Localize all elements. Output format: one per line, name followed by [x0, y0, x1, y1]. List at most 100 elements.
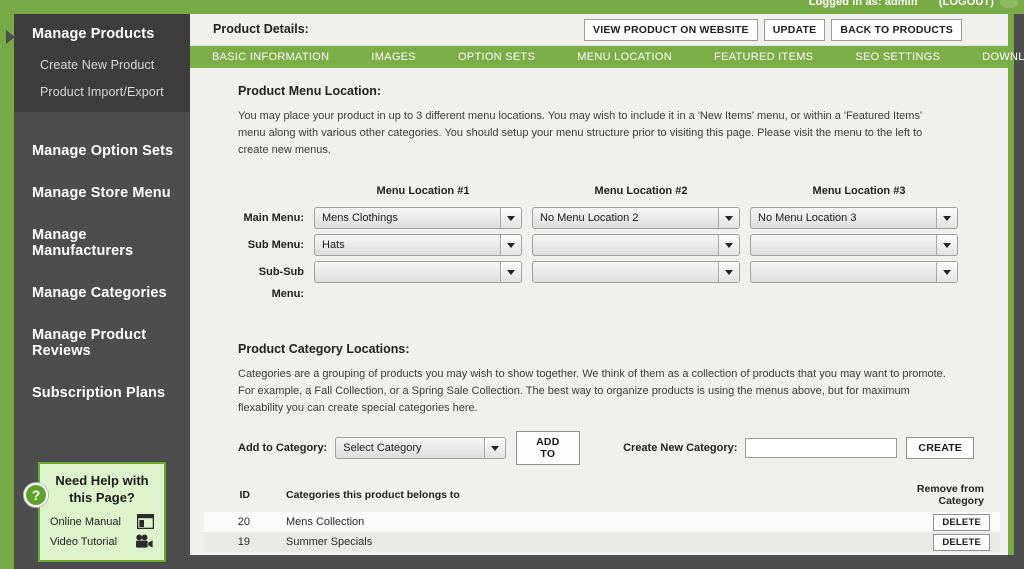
add-to-category-label: Add to Category: — [238, 442, 327, 454]
menu-location-description: You may place your product in up to 3 di… — [238, 108, 950, 159]
sidebar-item-manage-option-sets[interactable]: Manage Option Sets — [14, 130, 190, 172]
sidebar-item-manage-product-reviews[interactable]: Manage Product Reviews — [14, 314, 190, 372]
add-to-category-value: Select Category — [336, 442, 421, 454]
back-to-products-button[interactable]: BACK TO PRODUCTS — [831, 19, 962, 41]
sub-menu-location-2-select[interactable] — [532, 234, 740, 256]
chevron-down-icon[interactable] — [936, 262, 957, 282]
tab-basic-information[interactable]: BASIC INFORMATION — [212, 51, 329, 63]
active-section-marker-icon — [6, 30, 15, 44]
sub-sub-menu-location-1-select[interactable] — [314, 261, 522, 283]
sub-menu-location-3-select[interactable] — [750, 234, 958, 256]
chevron-down-icon[interactable] — [936, 235, 957, 255]
category-section: Product Category Locations: Categories a… — [238, 342, 974, 552]
row-id: 19 — [212, 536, 250, 548]
categories-table: ID Categories this product belongs to Re… — [204, 483, 1000, 552]
logout-link[interactable]: (LOGOUT) — [939, 0, 994, 8]
sub-sub-menu-location-2-select[interactable] — [532, 261, 740, 283]
main-panel: Product Details: VIEW PRODUCT ON WEBSITE… — [190, 14, 1014, 555]
content-area: Product Menu Location: You may place you… — [190, 68, 1008, 552]
tab-menu-location[interactable]: MENU LOCATION — [577, 51, 672, 63]
sub-sub-menu-location-3-select[interactable] — [750, 261, 958, 283]
tab-seo-settings[interactable]: SEO SETTINGS — [855, 51, 940, 63]
page-header: Product Details: VIEW PRODUCT ON WEBSITE… — [190, 14, 1008, 46]
chevron-down-icon[interactable] — [718, 235, 739, 255]
manual-icon — [137, 514, 154, 529]
tab-bar: BASIC INFORMATION IMAGES OPTION SETS MEN… — [190, 46, 1008, 68]
tab-featured-items[interactable]: FEATURED ITEMS — [714, 51, 813, 63]
chevron-down-icon[interactable] — [500, 235, 521, 255]
top-bar: Logged in as: admin (LOGOUT) — [0, 0, 1024, 14]
add-to-category-select[interactable]: Select Category — [335, 437, 505, 459]
help-title-line1: Need Help with — [40, 472, 164, 489]
menu-location-1-header: Menu Location #1 — [314, 185, 532, 207]
sub-menu-label: Sub Menu: — [238, 234, 314, 261]
category-section-description: Categories are a grouping of products yo… — [238, 366, 950, 417]
logged-in-text: Logged in as: admin — [809, 0, 918, 8]
video-camera-icon — [135, 534, 154, 549]
categories-table-header: ID Categories this product belongs to Re… — [204, 483, 1000, 512]
sidebar-green-rail — [0, 14, 14, 569]
avatar[interactable] — [1000, 0, 1018, 8]
main-menu-location-2-select[interactable]: No Menu Location 2 — [532, 207, 740, 229]
menu-location-grid: Menu Location #1 Menu Location #2 Menu L… — [238, 185, 974, 310]
chevron-down-icon[interactable] — [718, 262, 739, 282]
menu-location-2-header: Menu Location #2 — [532, 185, 750, 207]
table-row: 19 Summer Specials DELETE — [204, 532, 1000, 552]
category-section-title: Product Category Locations: — [238, 342, 974, 356]
sidebar-item-manage-manufacturers[interactable]: Manage Manufacturers — [14, 214, 190, 272]
menu-location-title: Product Menu Location: — [238, 84, 974, 98]
help-title-line2: this Page? — [40, 489, 164, 506]
view-product-on-website-button[interactable]: VIEW PRODUCT ON WEBSITE — [584, 19, 758, 41]
row-name: Summer Specials — [250, 536, 874, 548]
chevron-down-icon[interactable] — [936, 208, 957, 228]
sidebar-item-manage-store-menu[interactable]: Manage Store Menu — [14, 172, 190, 214]
table-row: 20 Mens Collection DELETE — [204, 512, 1000, 532]
admin-page: Logged in as: admin (LOGOUT) Manage Prod… — [0, 0, 1024, 569]
chevron-down-icon[interactable] — [484, 438, 505, 458]
tab-option-sets[interactable]: OPTION SETS — [458, 51, 535, 63]
help-links: Online Manual Video Tutorial — [40, 514, 164, 549]
help-link-video-tutorial[interactable]: Video Tutorial — [50, 534, 154, 549]
sidebar-item-subscription-plans[interactable]: Subscription Plans — [14, 372, 190, 414]
sidebar-item-create-new-product[interactable]: Create New Product — [14, 52, 190, 79]
sidebar-item-manage-products[interactable]: Manage Products — [14, 14, 190, 52]
delete-button[interactable]: DELETE — [933, 514, 990, 531]
sidebar-nav-list: Manage Option Sets Manage Store Menu Man… — [14, 130, 190, 414]
main-menu-label: Main Menu: — [238, 207, 314, 234]
header-buttons: VIEW PRODUCT ON WEBSITE UPDATE BACK TO P… — [584, 19, 962, 41]
sidebar-item-product-import-export[interactable]: Product Import/Export — [14, 79, 190, 106]
sub-sub-menu-label: Sub-Sub Menu: — [238, 261, 314, 310]
column-header-remove: Remove from Category — [874, 483, 992, 507]
menu-location-3-header: Menu Location #3 — [750, 185, 968, 207]
main-menu-location-3-select[interactable]: No Menu Location 3 — [750, 207, 958, 229]
create-new-category-input[interactable] — [745, 438, 897, 458]
help-question-icon[interactable]: ? — [24, 483, 48, 507]
help-link-video-tutorial-label: Video Tutorial — [50, 536, 117, 548]
sidebar-section-manage-products: Manage Products Create New Product Produ… — [14, 14, 190, 112]
tab-images[interactable]: IMAGES — [371, 51, 416, 63]
add-to-button[interactable]: ADD TO — [516, 431, 580, 465]
sidebar-item-manage-categories[interactable]: Manage Categories — [14, 272, 190, 314]
login-status: Logged in as: admin (LOGOUT) — [809, 0, 994, 8]
main-menu-location-2-value: No Menu Location 2 — [533, 212, 638, 224]
delete-button[interactable]: DELETE — [933, 534, 990, 551]
row-name: Mens Collection — [250, 516, 874, 528]
column-header-id: ID — [212, 489, 250, 501]
tab-downloads[interactable]: DOWNLOADS — [982, 51, 1024, 63]
main-menu-location-1-select[interactable]: Mens Clothings — [314, 207, 522, 229]
update-button[interactable]: UPDATE — [764, 19, 826, 41]
create-button[interactable]: CREATE — [906, 437, 974, 459]
help-box: Need Help with this Page? Online Manual … — [38, 462, 166, 562]
chevron-down-icon[interactable] — [500, 208, 521, 228]
help-link-online-manual-label: Online Manual — [50, 516, 121, 528]
help-title: Need Help with this Page? — [40, 472, 164, 506]
main-menu-location-3-value: No Menu Location 3 — [751, 212, 856, 224]
sub-menu-location-1-select[interactable]: Hats — [314, 234, 522, 256]
sub-menu-location-1-value: Hats — [315, 239, 345, 251]
chevron-down-icon[interactable] — [500, 262, 521, 282]
column-header-name: Categories this product belongs to — [250, 489, 874, 501]
help-link-online-manual[interactable]: Online Manual — [50, 514, 154, 529]
create-new-category-label: Create New Category: — [623, 442, 737, 454]
page-title: Product Details: — [213, 22, 309, 36]
chevron-down-icon[interactable] — [718, 208, 739, 228]
